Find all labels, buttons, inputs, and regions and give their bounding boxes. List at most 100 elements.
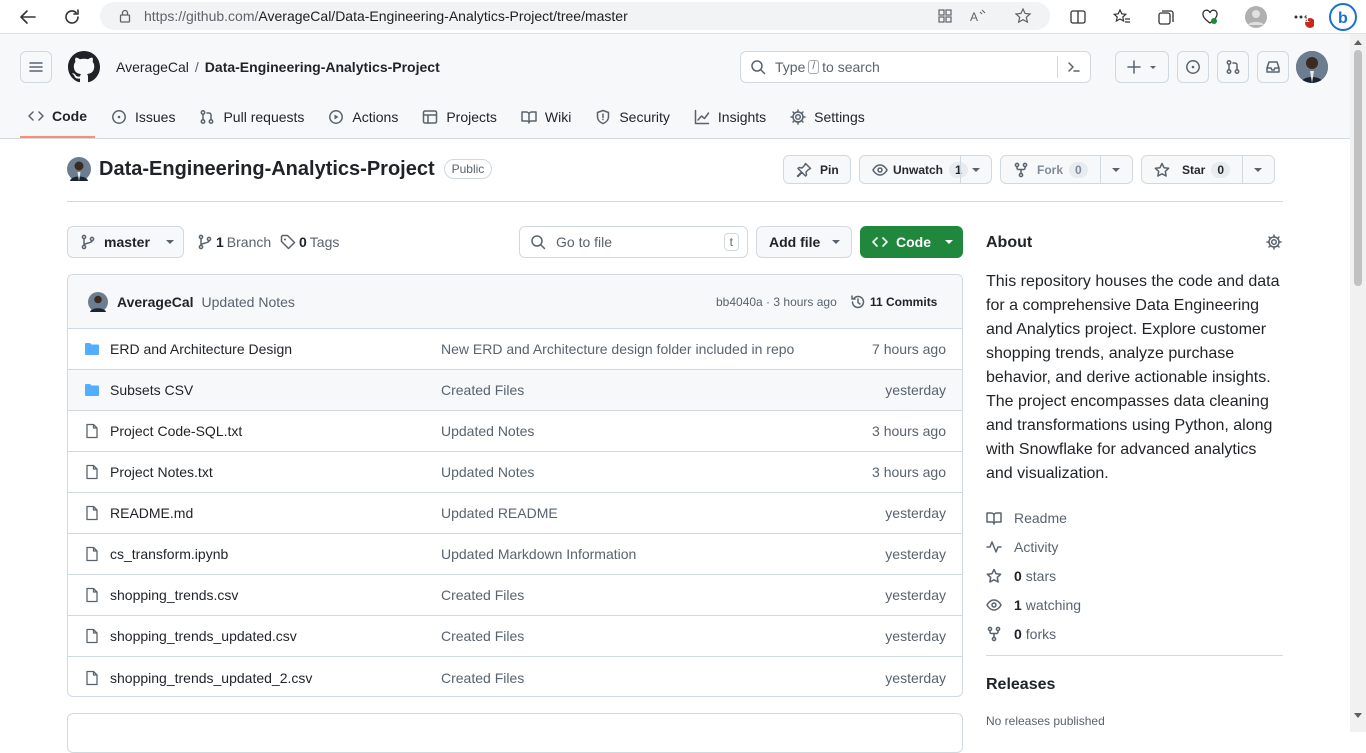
apps-icon[interactable] — [936, 7, 954, 25]
commits-count: 11 Commits — [870, 294, 938, 309]
code-button[interactable]: Code — [860, 226, 963, 258]
file-name[interactable]: README.md — [110, 505, 193, 521]
star-button[interactable]: Star 0 — [1141, 155, 1275, 184]
split-screen-button[interactable] — [1064, 4, 1092, 30]
watching-link[interactable]: 1 watching — [986, 590, 1081, 619]
file-name[interactable]: shopping_trends.csv — [110, 587, 238, 603]
tab-projects[interactable]: Projects — [414, 96, 505, 138]
file-name[interactable]: shopping_trends_updated.csv — [110, 628, 297, 644]
file-name[interactable]: Project Code-SQL.txt — [110, 423, 242, 439]
commit-author[interactable]: AverageCal — [117, 294, 194, 310]
scroll-up-icon[interactable] — [1350, 36, 1366, 48]
file-icon — [86, 587, 98, 603]
file-row[interactable]: Subsets CSV Created Files yesterday — [68, 370, 962, 411]
commit-author-avatar-icon[interactable] — [88, 291, 108, 312]
activity-link[interactable]: Activity — [986, 532, 1081, 561]
file-commit-message[interactable]: New ERD and Architecture design folder i… — [441, 341, 794, 357]
tab-code[interactable]: Code — [20, 96, 95, 138]
repo-name[interactable]: Data-Engineering-Analytics-Project — [99, 158, 435, 181]
chevron-down-icon[interactable] — [970, 163, 982, 177]
chevron-down-icon[interactable] — [1110, 163, 1122, 177]
favorites-button[interactable] — [1108, 4, 1136, 30]
back-button[interactable] — [14, 4, 42, 30]
profile-button[interactable] — [1242, 4, 1270, 30]
issues-button[interactable] — [1177, 51, 1209, 83]
branches-link[interactable]: 1 Branch — [197, 234, 271, 250]
heart-pulse-icon — [1202, 9, 1218, 24]
tab-settings[interactable]: Settings — [782, 96, 873, 138]
readme-label: Readme — [1014, 509, 1067, 526]
file-name[interactable]: ERD and Architecture Design — [110, 341, 292, 357]
commit-hash-time[interactable]: bb4040a · 3 hours ago — [716, 295, 837, 309]
activity-label: Activity — [1014, 538, 1059, 555]
add-file-button[interactable]: Add file — [756, 226, 852, 258]
file-commit-message[interactable]: Updated Markdown Information — [441, 546, 636, 562]
pull-requests-button[interactable] — [1217, 51, 1249, 83]
unwatch-button[interactable]: Unwatch 1 — [859, 155, 992, 184]
copilot-button[interactable]: b — [1326, 3, 1360, 31]
file-name[interactable]: cs_transform.ipynb — [110, 546, 228, 562]
file-commit-message[interactable]: Created Files — [441, 670, 524, 686]
releases-title[interactable]: Releases — [986, 676, 1055, 694]
file-name[interactable]: Project Notes.txt — [110, 464, 213, 480]
favorite-star-icon[interactable] — [1014, 7, 1032, 25]
forks-link[interactable]: 0 forks — [986, 619, 1081, 648]
file-name[interactable]: shopping_trends_updated_2.csv — [110, 670, 312, 686]
breadcrumb-owner[interactable]: AverageCal — [116, 59, 189, 75]
tags-link[interactable]: 0 Tags — [280, 234, 339, 250]
inbox-icon — [1266, 61, 1280, 73]
readme-link[interactable]: Readme — [986, 503, 1081, 532]
file-row[interactable]: shopping_trends_updated.csv Created Files… — [68, 616, 962, 657]
breadcrumb-repo[interactable]: Data-Engineering-Analytics-Project — [205, 59, 440, 75]
stars-link[interactable]: 0 stars — [986, 561, 1081, 590]
file-row[interactable]: README.md Updated README yesterday — [68, 493, 962, 534]
hamburger-icon — [29, 62, 43, 72]
tab-actions[interactable]: Actions — [320, 96, 406, 138]
file-commit-message[interactable]: Updated Notes — [441, 423, 534, 439]
branch-selector[interactable]: master — [67, 226, 184, 258]
extensions-button[interactable] — [1196, 4, 1224, 30]
tab-issues[interactable]: Issues — [103, 96, 183, 138]
tab-insights[interactable]: Insights — [686, 96, 774, 138]
command-palette-icon[interactable] — [1066, 59, 1082, 75]
file-commit-message[interactable]: Created Files — [441, 628, 524, 644]
about-title: About — [986, 234, 1033, 251]
file-row[interactable]: Project Code-SQL.txt Updated Notes 3 hours… — [68, 411, 962, 452]
inbox-button[interactable] — [1257, 51, 1289, 83]
file-commit-message[interactable]: Created Files — [441, 587, 524, 603]
shield-icon — [597, 109, 610, 125]
gear-icon[interactable] — [1266, 234, 1282, 250]
file-row[interactable]: ERD and Architecture Design New ERD and A… — [68, 329, 962, 370]
pin-button[interactable]: Pin — [783, 155, 851, 184]
refresh-button[interactable] — [58, 4, 86, 30]
file-row[interactable]: cs_transform.ipynb Updated Markdown Infor… — [68, 534, 962, 575]
commits-link[interactable]: 11 Commits — [850, 294, 937, 310]
hamburger-menu-button[interactable] — [20, 51, 52, 83]
scroll-down-icon[interactable] — [1350, 710, 1366, 722]
file-commit-message[interactable]: Updated README — [441, 505, 558, 521]
go-to-file-input[interactable]: Go to file t — [519, 226, 748, 258]
create-new-button[interactable] — [1115, 51, 1169, 83]
commit-message[interactable]: Updated Notes — [202, 294, 295, 310]
collections-button[interactable] — [1152, 4, 1180, 30]
github-logo[interactable] — [68, 51, 100, 83]
file-row[interactable]: Project Notes.txt Updated Notes 3 hours ag… — [68, 452, 962, 493]
fork-icon — [1014, 162, 1028, 177]
file-commit-message[interactable]: Updated Notes — [441, 464, 534, 480]
global-search-input[interactable]: Type / to search — [740, 51, 1091, 83]
file-commit-message[interactable]: Created Files — [441, 382, 524, 398]
chevron-down-icon[interactable] — [1252, 163, 1264, 177]
file-icon — [86, 546, 98, 562]
file-name[interactable]: Subsets CSV — [110, 382, 193, 398]
tab-wiki[interactable]: Wiki — [513, 96, 579, 138]
scrollbar-thumb[interactable] — [1354, 50, 1362, 286]
address-bar[interactable]: https://github.com/AverageCal/Data-Engin… — [100, 2, 1050, 30]
user-avatar[interactable] — [1296, 51, 1328, 83]
fork-button[interactable]: Fork 0 — [1000, 155, 1133, 184]
read-aloud-icon[interactable]: A — [968, 7, 986, 25]
more-menu-button[interactable]: 1 — [1288, 4, 1316, 30]
file-row[interactable]: shopping_trends.csv Created Files yesterda… — [68, 575, 962, 616]
file-row[interactable]: shopping_trends_updated_2.csv Created Fil… — [68, 657, 962, 696]
tab-pull-requests[interactable]: Pull requests — [191, 96, 312, 138]
tab-security[interactable]: Security — [587, 96, 678, 138]
